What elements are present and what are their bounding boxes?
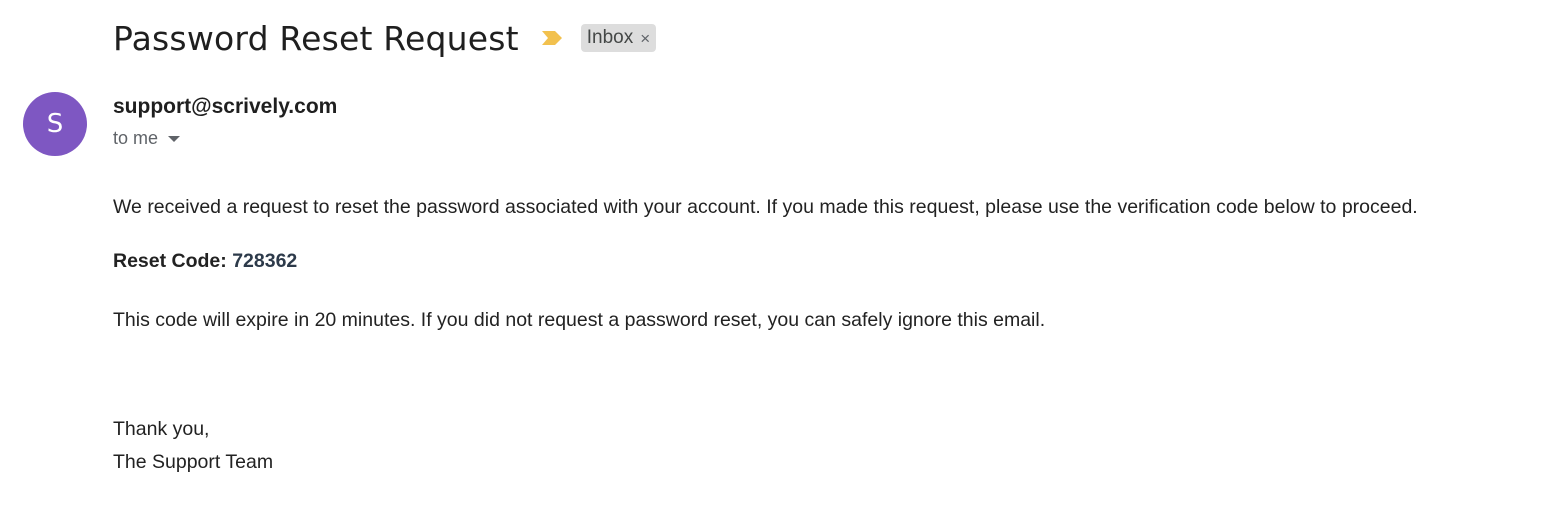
reset-code-value: 728362: [232, 250, 298, 272]
subject-row: Password Reset Request Inbox ×: [113, 14, 657, 62]
body-expiry-note: This code will expire in 20 minutes. If …: [113, 309, 1046, 331]
recipient-details-toggle[interactable]: to me: [113, 128, 181, 149]
email-subject: Password Reset Request: [113, 18, 519, 58]
sender-address[interactable]: support@scrively.com: [113, 95, 337, 119]
importance-marker-icon[interactable]: [541, 30, 563, 46]
reset-code-label: Reset Code:: [113, 250, 227, 272]
sender-avatar[interactable]: S: [23, 92, 87, 156]
chevron-down-icon[interactable]: [168, 135, 181, 142]
avatar-initial: S: [46, 109, 64, 139]
reset-code-line: Reset Code: 728362: [113, 250, 297, 273]
label-chip-inbox[interactable]: Inbox ×: [580, 24, 657, 52]
remove-label-icon[interactable]: ×: [640, 30, 650, 47]
recipient-text: to me: [113, 128, 159, 148]
body-closing: Thank you,: [113, 418, 210, 440]
body-signature: The Support Team: [113, 451, 274, 473]
label-chip-text: Inbox: [586, 27, 634, 48]
body-intro: We received a request to reset the passw…: [113, 196, 1418, 218]
